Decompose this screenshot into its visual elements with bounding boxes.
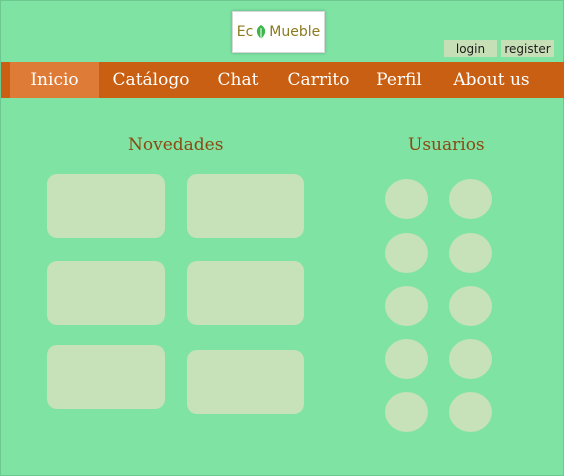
brand-prefix: Ec bbox=[236, 24, 254, 40]
leaf-icon bbox=[257, 25, 266, 39]
register-button[interactable]: register bbox=[501, 40, 554, 57]
nav-inicio[interactable]: Inicio bbox=[10, 62, 99, 98]
brand-logo[interactable]: Ec Mueble bbox=[232, 11, 325, 53]
novedad-card[interactable] bbox=[187, 174, 304, 238]
user-avatar[interactable] bbox=[449, 339, 492, 379]
user-avatar[interactable] bbox=[449, 233, 492, 273]
novedad-card[interactable] bbox=[187, 261, 304, 325]
user-avatar[interactable] bbox=[385, 392, 428, 432]
nav-perfil[interactable]: Perfil bbox=[364, 62, 434, 98]
user-avatar[interactable] bbox=[449, 179, 492, 219]
usuarios-title: Usuarios bbox=[408, 135, 485, 155]
nav-catalogo[interactable]: Catálogo bbox=[99, 62, 203, 98]
novedad-card[interactable] bbox=[47, 261, 165, 325]
login-button[interactable]: login bbox=[444, 40, 497, 57]
user-avatar[interactable] bbox=[385, 233, 428, 273]
user-avatar[interactable] bbox=[385, 179, 428, 219]
user-avatar[interactable] bbox=[449, 286, 492, 326]
novedades-title: Novedades bbox=[128, 135, 224, 155]
novedad-card[interactable] bbox=[47, 345, 165, 409]
novedad-card[interactable] bbox=[187, 350, 304, 414]
nav-chat[interactable]: Chat bbox=[203, 62, 273, 98]
novedad-card[interactable] bbox=[47, 174, 165, 238]
user-avatar[interactable] bbox=[385, 286, 428, 326]
main-navbar: Inicio Catálogo Chat Carrito Perfil Abou… bbox=[1, 62, 564, 98]
nav-carrito[interactable]: Carrito bbox=[273, 62, 364, 98]
user-avatar[interactable] bbox=[449, 392, 492, 432]
user-avatar[interactable] bbox=[385, 339, 428, 379]
nav-about-us[interactable]: About us bbox=[434, 62, 549, 98]
brand-suffix: Mueble bbox=[269, 24, 321, 40]
